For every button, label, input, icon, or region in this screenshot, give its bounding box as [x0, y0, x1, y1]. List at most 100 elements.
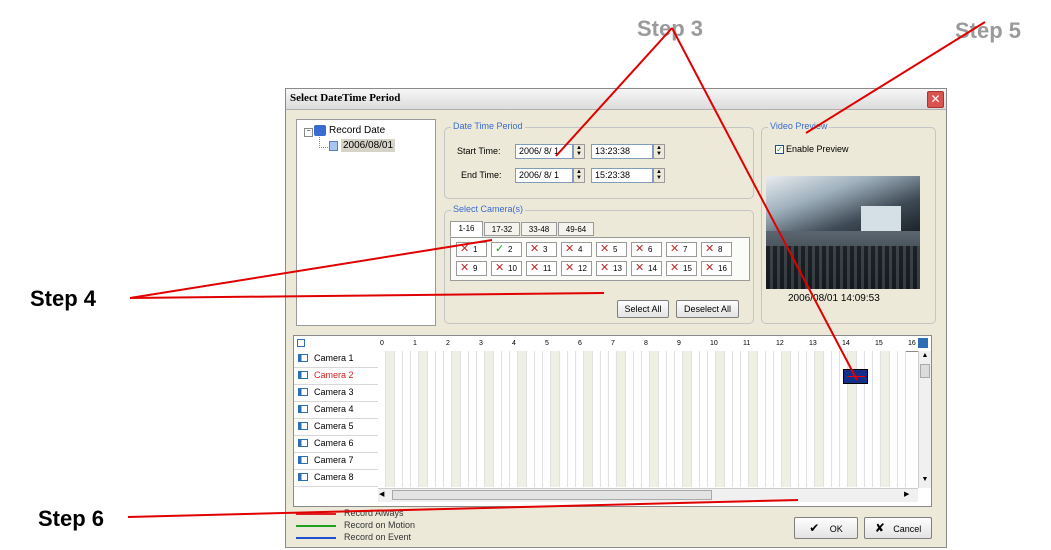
camera-row[interactable]: Camera 5: [294, 419, 378, 436]
timeline-cell-column[interactable]: [724, 351, 733, 487]
timeline-cell-column[interactable]: [493, 351, 502, 487]
timeline-cell-column[interactable]: [394, 351, 403, 487]
timeline-cell-column[interactable]: [567, 351, 576, 487]
tab-1-16[interactable]: 1-16: [450, 221, 483, 237]
start-time-field[interactable]: 13:23:38: [591, 144, 653, 159]
select-all-button[interactable]: Select All: [617, 300, 669, 318]
cancel-button[interactable]: ✘ Cancel: [864, 517, 932, 539]
scroll-up-arrow[interactable]: ▲: [920, 352, 930, 362]
timeline-cell-column[interactable]: [691, 351, 700, 487]
timeline-cell-column[interactable]: [444, 351, 453, 487]
timeline-cell-column[interactable]: [427, 351, 436, 487]
timeline-cell-column[interactable]: [501, 351, 510, 487]
camera-row[interactable]: Camera 2: [294, 368, 378, 385]
timeline-cell-column[interactable]: [881, 351, 890, 487]
timeline-cell-column[interactable]: [873, 351, 882, 487]
timeline-cell-column[interactable]: [584, 351, 593, 487]
camera-row[interactable]: Camera 7: [294, 453, 378, 470]
timeline-cell-column[interactable]: [625, 351, 634, 487]
timeline-cell-column[interactable]: [732, 351, 741, 487]
timeline-cell-column[interactable]: [551, 351, 560, 487]
scroll-thumb[interactable]: [920, 364, 930, 378]
timeline-cell-column[interactable]: [633, 351, 642, 487]
timeline-cell-column[interactable]: [435, 351, 444, 487]
camera-toggle-2[interactable]: ✓ 2: [491, 242, 522, 257]
timeline-cell-column[interactable]: [782, 351, 791, 487]
camera-toggle-7[interactable]: ✕ 7: [666, 242, 697, 257]
timeline-cell-column[interactable]: [889, 351, 898, 487]
timeline-cell-column[interactable]: [897, 351, 906, 487]
timeline-cell-column[interactable]: [600, 351, 609, 487]
timeline-cell-column[interactable]: [716, 351, 725, 487]
camera-toggle-5[interactable]: ✕ 5: [596, 242, 627, 257]
camera-toggle-8[interactable]: ✕ 8: [701, 242, 732, 257]
timeline-cell-column[interactable]: [452, 351, 461, 487]
camera-toggle-11[interactable]: ✕ 11: [526, 261, 557, 276]
deselect-all-button[interactable]: Deselect All: [676, 300, 739, 318]
timeline-cell-column[interactable]: [411, 351, 420, 487]
tab-33-48[interactable]: 33-48: [521, 222, 557, 236]
camera-toggle-9[interactable]: ✕ 9: [456, 261, 487, 276]
timeline-cell-column[interactable]: [617, 351, 626, 487]
timeline-cell-column[interactable]: [823, 351, 832, 487]
start-date-field[interactable]: 2006/ 8/ 1: [515, 144, 573, 159]
tree-date-item[interactable]: 2006/08/01: [341, 139, 396, 152]
timeline-cell-column[interactable]: [658, 351, 667, 487]
ok-button[interactable]: ✔ OK: [794, 517, 858, 539]
end-time-spinner[interactable]: ▲ ▼: [653, 168, 665, 183]
timeline-cell-column[interactable]: [576, 351, 585, 487]
timeline-cell-column[interactable]: [683, 351, 692, 487]
timeline-cell-column[interactable]: [477, 351, 486, 487]
timeline-cell-column[interactable]: [765, 351, 774, 487]
end-date-spinner[interactable]: ▲ ▼: [573, 168, 585, 183]
timeline-cell-column[interactable]: [460, 351, 469, 487]
timeline-zoom-icon[interactable]: [918, 338, 928, 348]
timeline-cell-column[interactable]: [708, 351, 717, 487]
camera-toggle-3[interactable]: ✕ 3: [526, 242, 557, 257]
tab-49-64[interactable]: 49-64: [558, 222, 594, 236]
camera-toggle-12[interactable]: ✕ 12: [561, 261, 592, 276]
enable-preview-checkbox[interactable]: ✓: [775, 145, 784, 154]
timeline-cell-column[interactable]: [774, 351, 783, 487]
end-time-field[interactable]: 15:23:38: [591, 168, 653, 183]
timeline-cell-column[interactable]: [675, 351, 684, 487]
timeline-cell-column[interactable]: [526, 351, 535, 487]
camera-toggle-6[interactable]: ✕ 6: [631, 242, 662, 257]
timeline-cell-column[interactable]: [790, 351, 799, 487]
camera-row[interactable]: Camera 3: [294, 385, 378, 402]
camera-toggle-16[interactable]: ✕ 16: [701, 261, 732, 276]
camera-row[interactable]: Camera 1: [294, 351, 378, 368]
vertical-scrollbar[interactable]: ▲ ▼: [918, 351, 931, 488]
timeline-corner-icon[interactable]: [297, 339, 305, 347]
timeline-cell-column[interactable]: [609, 351, 618, 487]
timeline-cell-column[interactable]: [650, 351, 659, 487]
tab-17-32[interactable]: 17-32: [484, 222, 520, 236]
timeline-cell-column[interactable]: [559, 351, 568, 487]
start-date-spinner[interactable]: ▲ ▼: [573, 144, 585, 159]
timeline-cell-column[interactable]: [815, 351, 824, 487]
timeline-cell-column[interactable]: [831, 351, 840, 487]
hscroll-thumb[interactable]: [392, 490, 712, 500]
scroll-down-arrow[interactable]: ▼: [920, 476, 930, 486]
camera-toggle-15[interactable]: ✕ 15: [666, 261, 697, 276]
start-time-spinner[interactable]: ▲ ▼: [653, 144, 665, 159]
timeline-cell-column[interactable]: [419, 351, 428, 487]
tree-collapse-icon[interactable]: −: [304, 128, 313, 137]
timeline-cell-column[interactable]: [485, 351, 494, 487]
timeline-cell-column[interactable]: [543, 351, 552, 487]
hscroll-right-arrow[interactable]: ▶: [904, 490, 914, 500]
camera-toggle-14[interactable]: ✕ 14: [631, 261, 662, 276]
selected-time-marker[interactable]: [843, 369, 868, 384]
timeline-cell-column[interactable]: [468, 351, 477, 487]
close-button[interactable]: ✕: [927, 91, 944, 108]
horizontal-scrollbar[interactable]: ◀ ▶: [378, 488, 918, 502]
timeline-cell-column[interactable]: [749, 351, 758, 487]
timeline-cell-column[interactable]: [592, 351, 601, 487]
timeline-cell-column[interactable]: [741, 351, 750, 487]
camera-toggle-13[interactable]: ✕ 13: [596, 261, 627, 276]
end-date-field[interactable]: 2006/ 8/ 1: [515, 168, 573, 183]
camera-toggle-10[interactable]: ✕ 10: [491, 261, 522, 276]
timeline-cell-column[interactable]: [518, 351, 527, 487]
camera-row[interactable]: Camera 6: [294, 436, 378, 453]
tree-root-label[interactable]: Record Date: [329, 125, 385, 136]
